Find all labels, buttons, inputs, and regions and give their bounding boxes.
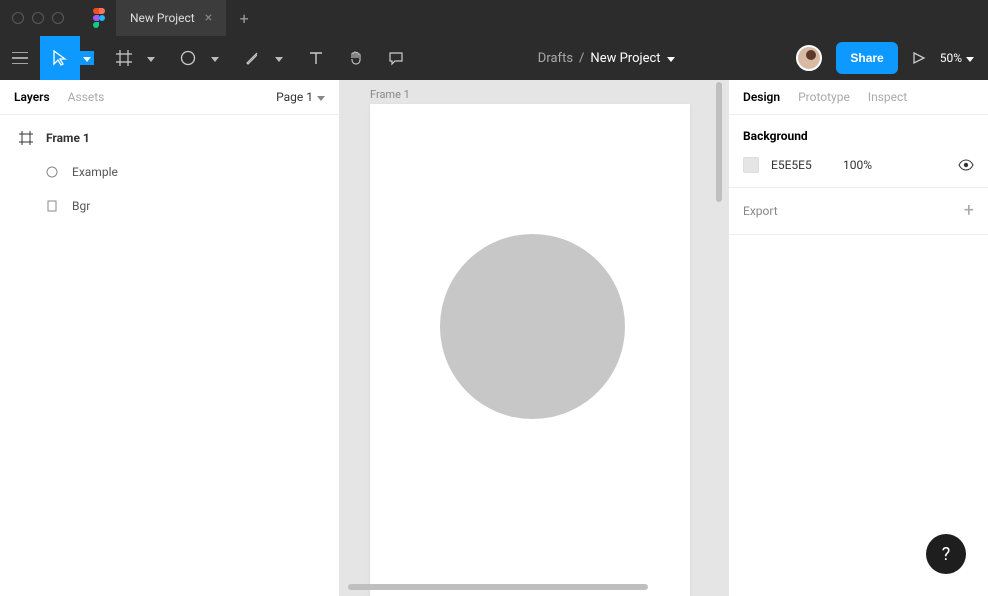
pen-tool-dropdown[interactable] — [272, 51, 286, 65]
tab-inspect[interactable]: Inspect — [868, 90, 907, 104]
chevron-down-icon — [211, 51, 219, 65]
layer-row-frame[interactable]: Frame 1 — [0, 121, 339, 155]
page-selector-label: Page 1 — [276, 90, 313, 104]
layer-tree: Frame 1 Example Bgr — [0, 115, 339, 223]
pen-tool-button[interactable] — [232, 36, 272, 80]
frame-tool-group — [104, 36, 158, 80]
chevron-down-icon — [147, 51, 155, 65]
breadcrumb-parent[interactable]: Drafts — [538, 51, 573, 66]
add-export-button[interactable]: + — [964, 202, 974, 220]
chevron-down-icon — [275, 51, 283, 65]
ellipse-icon — [44, 164, 60, 180]
horizontal-scrollbar[interactable] — [348, 584, 648, 590]
breadcrumb: Drafts / New Project — [416, 51, 796, 66]
left-panel-header: Layers Assets Page 1 — [0, 80, 339, 115]
canvas[interactable]: Frame 1 — [340, 80, 728, 596]
left-panel-tabs: Layers Assets — [14, 90, 104, 104]
background-color-swatch[interactable] — [743, 157, 759, 173]
chevron-down-icon — [317, 90, 325, 104]
right-panel: Design Prototype Inspect Background E5E5… — [728, 80, 988, 596]
tab-prototype[interactable]: Prototype — [798, 90, 850, 104]
frame-tool-button[interactable] — [104, 36, 144, 80]
toolbar-right-cluster: Share 50% — [796, 42, 988, 74]
new-tab-button[interactable]: + — [226, 0, 262, 36]
shape-tool-button[interactable] — [168, 36, 208, 80]
page-selector[interactable]: Page 1 — [276, 90, 325, 104]
tab-layers[interactable]: Layers — [14, 90, 50, 104]
zoom-label: 50% — [940, 51, 962, 65]
background-hex-value[interactable]: E5E5E5 — [771, 158, 831, 172]
help-icon: ? — [942, 544, 951, 565]
visibility-toggle-icon[interactable] — [958, 157, 974, 173]
share-button[interactable]: Share — [836, 42, 897, 74]
move-tool-button[interactable] — [40, 36, 80, 80]
layer-label: Frame 1 — [46, 131, 90, 145]
chevron-down-icon — [966, 51, 974, 65]
layer-row-ellipse[interactable]: Example — [0, 155, 339, 189]
layer-row-rect[interactable]: Bgr — [0, 189, 339, 223]
help-button[interactable]: ? — [926, 534, 966, 574]
close-tab-icon[interactable]: × — [205, 11, 212, 25]
export-section: Export + — [729, 188, 988, 235]
shape-tool-dropdown[interactable] — [208, 51, 222, 65]
breadcrumb-current[interactable]: New Project — [590, 51, 660, 66]
traffic-light-zoom[interactable] — [52, 12, 64, 24]
shape-example-ellipse[interactable] — [440, 234, 625, 419]
traffic-lights — [12, 12, 64, 24]
traffic-light-minimize[interactable] — [32, 12, 44, 24]
move-tool-group — [40, 36, 94, 80]
workspace: Layers Assets Page 1 Frame 1 Example — [0, 80, 988, 596]
artboard-frame-1[interactable] — [370, 104, 690, 596]
document-tab[interactable]: New Project × — [116, 0, 226, 36]
breadcrumb-separator: / — [579, 51, 584, 66]
comment-tool-button[interactable] — [376, 36, 416, 80]
tab-design[interactable]: Design — [743, 90, 780, 104]
background-opacity-value[interactable]: 100% — [843, 158, 946, 172]
toolbar: Drafts / New Project Share 50% — [0, 36, 988, 80]
background-row: E5E5E5 100% — [729, 153, 988, 188]
traffic-light-close[interactable] — [12, 12, 24, 24]
text-tool-button[interactable] — [296, 36, 336, 80]
hand-tool-button[interactable] — [336, 36, 376, 80]
user-avatar[interactable] — [796, 45, 822, 71]
chevron-down-icon — [83, 51, 91, 65]
layer-label: Bgr — [72, 199, 90, 213]
right-panel-tabs: Design Prototype Inspect — [729, 80, 988, 115]
background-section-title: Background — [729, 115, 988, 153]
chevron-down-icon[interactable] — [667, 51, 675, 66]
pen-tool-group — [232, 36, 286, 80]
zoom-control[interactable]: 50% — [940, 51, 974, 65]
document-tab-label: New Project — [130, 11, 195, 25]
layer-label: Example — [72, 165, 118, 179]
move-tool-dropdown[interactable] — [80, 51, 94, 65]
tab-assets[interactable]: Assets — [68, 90, 105, 104]
present-button[interactable] — [912, 51, 926, 65]
left-panel: Layers Assets Page 1 Frame 1 Example — [0, 80, 340, 596]
figma-logo-icon[interactable] — [92, 8, 106, 28]
main-menu-button[interactable] — [0, 36, 40, 80]
vertical-scrollbar[interactable] — [716, 82, 722, 202]
frame-icon — [18, 130, 34, 146]
frame-tool-dropdown[interactable] — [144, 51, 158, 65]
shape-tool-group — [168, 36, 222, 80]
export-section-title: Export — [743, 204, 778, 218]
rectangle-icon — [44, 198, 60, 214]
canvas-frame-label[interactable]: Frame 1 — [370, 88, 410, 101]
titlebar: New Project × + — [0, 0, 988, 36]
